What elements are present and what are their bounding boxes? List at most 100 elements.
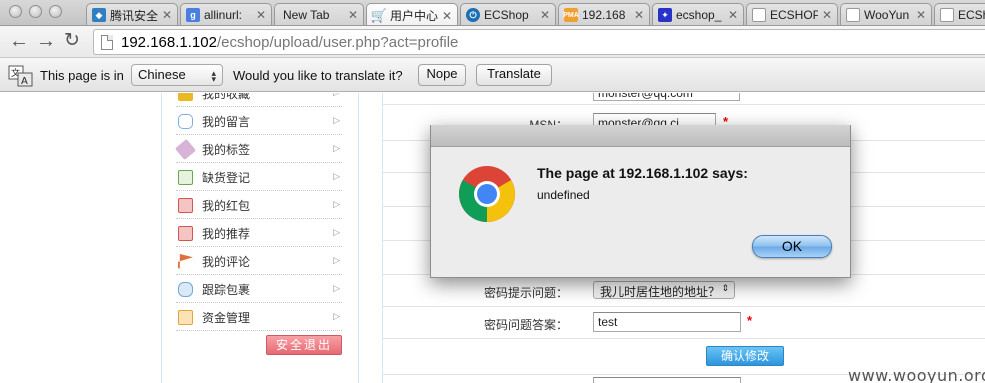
chevron-right-icon: ▷ [333,171,340,181]
language-select[interactable]: Chinese ▴ ▾ [131,64,223,86]
close-icon[interactable]: ✕ [255,8,267,22]
select-arrows-icon: ▾ [211,74,216,84]
user-sidebar: 我的收藏 ▷ 我的留言 ▷ 我的标签 ▷ 缺货登记 ▷ 我的红包 ▷ 我的推荐 … [161,93,359,383]
sidebar-item-favorites[interactable]: 我的收藏 ▷ [176,93,342,107]
url-path: /ecshop/upload/user.php?act=profile [216,33,459,51]
chevron-right-icon: ▷ [333,143,340,153]
tab-title: ECShop [484,8,529,22]
window-zoom-button[interactable] [49,5,62,18]
paw-icon: ✦ [658,8,672,22]
speech-bubble-icon [178,113,193,129]
form-row-question: 密码提示问题： 我儿时居住地的地址？ ⇕ [383,275,985,307]
chevron-right-icon: ▷ [333,255,340,265]
red-packet-icon [178,197,193,213]
sidebar-item-label: 缺货登记 [202,170,251,185]
url-host: 192.168.1.102 [121,33,217,51]
tab-10[interactable]: ECSh [934,3,985,25]
cart-icon: 🛒 [370,7,388,23]
question-label: 密码提示问题： [483,286,568,300]
sidebar-item-track-package[interactable]: 跟踪包裹 ▷ [176,276,342,303]
form-row-email: monster@qq.com [383,93,985,105]
next-field[interactable] [593,377,741,383]
sidebar-item-label: 我的留言 [202,114,251,129]
sidebar-item-messages[interactable]: 我的留言 ▷ [176,108,342,135]
watermark: www.wooyun.org [848,366,985,383]
back-arrow-icon[interactable]: ← [7,31,31,53]
tab-2[interactable]: g allinurl: ✕ [180,3,272,25]
close-icon[interactable]: ✕ [915,8,927,22]
tab-1[interactable]: ◆ 腾讯安全 ✕ [86,3,178,25]
reload-icon[interactable]: ↻ [60,31,84,53]
translate-button[interactable]: Translate [476,64,552,86]
close-icon[interactable]: ✕ [727,8,739,22]
tab-title: 用户中心 [390,9,438,23]
sidebar-item-label: 我的收藏 [202,93,251,101]
confirm-button[interactable]: 确认修改 [706,346,784,366]
sidebar-item-comments[interactable]: 我的评论 ▷ [176,248,342,275]
form-row-answer: 密码问题答案： test * [383,307,985,339]
shield-icon: ◆ [92,8,106,22]
star-icon [178,93,193,101]
close-icon[interactable]: ✕ [161,8,173,22]
sidebar-item-label: 我的推荐 [202,226,251,241]
window-minimize-button[interactable] [29,5,42,18]
tab-title: ECSHOP [770,8,818,22]
page-icon [101,34,113,50]
language-value: Chinese [138,67,186,82]
tab-5[interactable]: ⏻ ECShop ✕ [460,3,556,25]
ok-button[interactable]: OK [752,235,832,258]
page-icon [846,8,860,22]
logout-button[interactable]: 安全退出 [266,335,342,355]
document-icon [178,169,193,185]
email-field[interactable]: monster@qq.com [593,93,740,101]
close-icon[interactable]: ✕ [441,9,453,23]
translate-prefix: This page is in [40,68,124,83]
tab-6[interactable]: PMA 192.168 ✕ [558,3,650,25]
address-bar[interactable]: 192.168.1.102/ecshop/upload/user.php?act… [93,29,985,55]
close-icon[interactable]: ✕ [539,8,551,22]
tab-3[interactable]: New Tab ✕ [274,3,364,25]
dialog-title: The page at 192.168.1.102 says: [537,165,748,181]
page-icon [940,8,954,22]
sidebar-item-red-packets[interactable]: 我的红包 ▷ [176,192,342,219]
translate-bar: 文 A This page is in Chinese ▴ ▾ Would yo… [0,58,985,92]
svg-text:A: A [21,76,28,87]
select-arrows-icon: ⇕ [721,283,729,293]
sidebar-item-recommend[interactable]: 我的推荐 ▷ [176,220,342,247]
close-icon[interactable]: ✕ [347,8,359,22]
browser-toolbar: ← → ↻ 192.168.1.102/ecshop/upload/user.p… [0,26,985,58]
tab-title: ecshop_ [676,8,722,22]
alert-dialog: The page at 192.168.1.102 says: undefine… [430,125,851,278]
question-value: 我儿时居住地的地址？ [600,285,721,299]
tab-title: WooYun [864,8,910,22]
sidebar-item-label: 我的评论 [202,254,251,269]
tab-9[interactable]: WooYun ✕ [840,3,932,25]
close-icon[interactable]: ✕ [821,8,833,22]
pma-icon: PMA [563,8,579,22]
translate-question: Would you like to translate it? [233,68,403,83]
close-icon[interactable]: ✕ [633,8,645,22]
tab-4-active[interactable]: 🛒 用户中心 ✕ [366,3,458,25]
sidebar-item-tags[interactable]: 我的标签 ▷ [174,136,342,163]
answer-label: 密码问题答案： [483,318,568,332]
chevron-right-icon: ▷ [333,227,340,237]
question-select[interactable]: 我儿时居住地的地址？ ⇕ [593,281,735,299]
sidebar-item-out-of-stock[interactable]: 缺货登记 ▷ [176,164,342,191]
dialog-message: undefined [537,188,590,202]
forward-arrow-icon[interactable]: → [34,31,58,53]
sidebar-item-label: 跟踪包裹 [202,282,251,297]
nope-button[interactable]: Nope [418,64,466,86]
wallet-icon [178,309,193,325]
chrome-icon [459,166,515,222]
window-close-button[interactable] [9,5,22,18]
answer-field[interactable]: test [593,312,741,332]
tab-title: ECSh [958,8,985,22]
sidebar-item-funds[interactable]: 资金管理 ▷ [176,304,342,331]
tab-title: 192.168 [582,8,626,22]
tab-7[interactable]: ✦ ecshop_ ✕ [652,3,744,25]
tab-8[interactable]: ECSHOP ✕ [746,3,838,25]
tab-strip: ◆ 腾讯安全 ✕ g allinurl: ✕ New Tab ✕ 🛒 用户中心 … [0,0,985,26]
sidebar-item-label: 我的红包 [202,198,251,213]
sidebar-item-label: 资金管理 [202,310,251,325]
chevron-right-icon: ▷ [333,115,340,125]
